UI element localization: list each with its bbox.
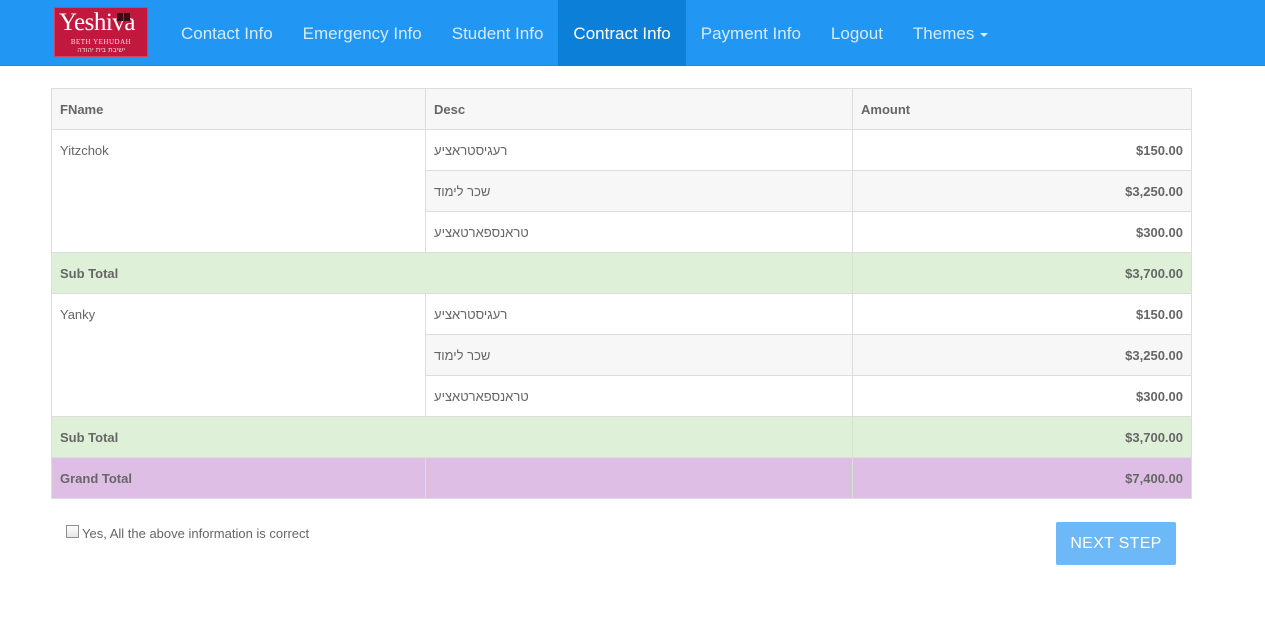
top-navbar: Yeshiva BETH YEHUDAH ישיבת בית יהודה Con…: [0, 0, 1265, 66]
description-cell: טראנספארטאציע: [425, 211, 853, 253]
nav-item-themes-dropdown[interactable]: Themes: [898, 0, 1003, 66]
table-header-row: FName Desc Amount: [51, 88, 1192, 130]
grand-total-amount: $7,400.00: [852, 457, 1192, 499]
nav-item-label: Contact Info: [181, 24, 273, 43]
caret-down-icon: [980, 32, 989, 37]
nav-item-contact-info[interactable]: Contact Info: [166, 0, 288, 66]
nav-item-payment-info[interactable]: Payment Info: [686, 0, 816, 66]
amount-cell: $3,250.00: [852, 334, 1192, 376]
amount-cell: $300.00: [852, 211, 1192, 253]
contract-table: FName Desc Amount Yitzchok רעגיסטראציע $…: [51, 88, 1192, 499]
description-text: שכר לימוד: [434, 348, 491, 363]
subtotal-row: Sub Total $3,700.00: [51, 416, 1192, 458]
subtotal-label: Sub Total: [51, 416, 853, 458]
nav-item-emergency-info[interactable]: Emergency Info: [288, 0, 437, 66]
brand-hebrew: ישיבת בית יהודה: [77, 46, 125, 54]
confirm-label: Yes, All the above information is correc…: [82, 526, 310, 541]
description-text: רעגיסטראציע: [434, 143, 508, 158]
nav-item-contract-info[interactable]: Contract Info: [558, 0, 686, 66]
grand-total-row: Grand Total $7,400.00: [51, 457, 1192, 499]
description-cell: שכר לימוד: [425, 334, 853, 376]
subtotal-amount: $3,700.00: [852, 416, 1192, 458]
description-cell: רעגיסטראציע: [425, 129, 853, 171]
description-text: רעגיסטראציע: [434, 307, 508, 322]
amount-cell: $300.00: [852, 375, 1192, 417]
description-text: טראנספארטאציע: [434, 389, 529, 404]
brand-subtitle: BETH YEHUDAH: [70, 38, 132, 46]
description-text: טראנספארטאציע: [434, 225, 529, 240]
description-cell: טראנספארטאציע: [425, 375, 853, 417]
nav-item-label: Themes: [912, 24, 975, 43]
grand-total-empty-cell: [425, 457, 853, 499]
nav-item-label: Payment Info: [700, 24, 801, 43]
brand-logo[interactable]: Yeshiva BETH YEHUDAH ישיבת בית יהודה: [54, 7, 148, 57]
confirm-checkbox-row[interactable]: Yes, All the above information is correc…: [66, 525, 310, 541]
column-header-amount: Amount: [852, 88, 1192, 130]
nav-item-logout[interactable]: Logout: [816, 0, 898, 66]
student-name-cell: Yitzchok: [51, 129, 426, 253]
subtotal-amount: $3,700.00: [852, 252, 1192, 294]
book-icon: [117, 13, 130, 21]
main-nav: Contact Info Emergency Info Student Info…: [166, 0, 1003, 66]
description-cell: רעגיסטראציע: [425, 293, 853, 335]
subtotal-row: Sub Total $3,700.00: [51, 252, 1192, 294]
amount-cell: $3,250.00: [852, 170, 1192, 212]
grand-total-label: Grand Total: [51, 457, 426, 499]
amount-cell: $150.00: [852, 293, 1192, 335]
amount-cell: $150.00: [852, 129, 1192, 171]
nav-item-label: Logout: [830, 24, 883, 43]
column-header-fname: FName: [51, 88, 426, 130]
description-text: שכר לימוד: [434, 184, 491, 199]
nav-item-label: Student Info: [451, 24, 544, 43]
table-row: Yitzchok רעגיסטראציע $150.00: [51, 129, 1192, 253]
nav-item-label: Contract Info: [573, 24, 671, 43]
student-name-cell: Yanky: [51, 293, 426, 417]
nav-item-student-info[interactable]: Student Info: [437, 0, 559, 66]
confirm-checkbox[interactable]: [66, 525, 79, 538]
table-row: Yanky רעגיסטראציע $150.00: [51, 293, 1192, 417]
subtotal-label: Sub Total: [51, 252, 853, 294]
nav-item-label: Emergency Info: [302, 24, 422, 43]
description-cell: שכר לימוד: [425, 170, 853, 212]
column-header-desc: Desc: [425, 88, 853, 130]
next-step-button[interactable]: NEXT STEP: [1056, 522, 1176, 565]
